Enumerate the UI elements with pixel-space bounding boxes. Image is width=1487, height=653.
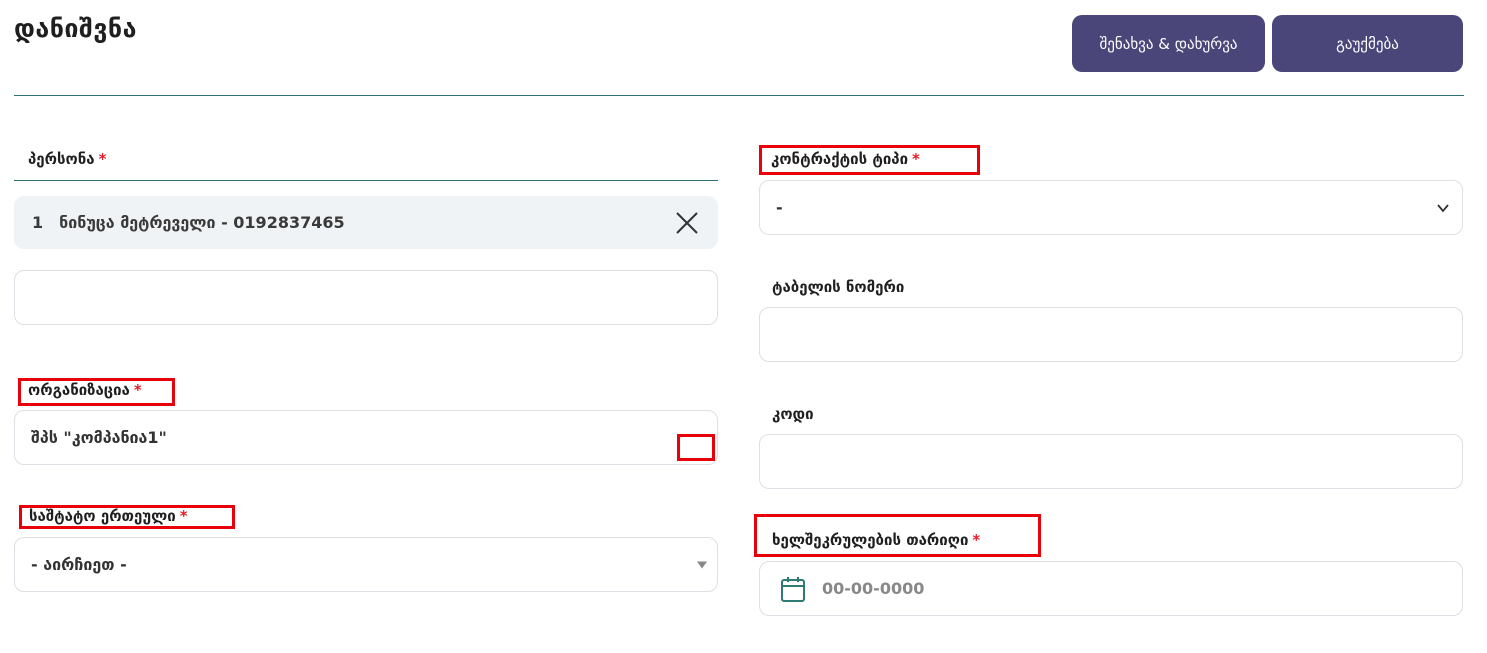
selected-person-chip[interactable]: 1 ნინუცა მეტრეველი - 0192837465 xyxy=(14,196,718,249)
required-mark: * xyxy=(912,150,920,168)
organization-label-text: ორგანიზაცია xyxy=(28,381,130,399)
staff-unit-label-text: საშტატო ერთეული xyxy=(29,507,176,525)
organization-label: ორგანიზაცია * xyxy=(28,381,142,399)
organization-dropdown-highlight xyxy=(677,434,715,461)
dropdown-arrow-icon[interactable] xyxy=(697,561,707,568)
table-number-input[interactable] xyxy=(759,307,1463,362)
contract-type-label-text: კონტრაქტის ტიპი xyxy=(771,150,909,168)
page-title: დანიშვნა xyxy=(14,14,137,43)
person-label: პერსონა * xyxy=(28,150,106,168)
staff-unit-select[interactable]: - აირჩიეთ - xyxy=(14,537,718,592)
code-label: კოდი xyxy=(772,405,814,423)
table-number-label: ტაბელის ნომერი xyxy=(772,278,905,296)
selected-person-name: ნინუცა მეტრეველი - 0192837465 xyxy=(59,213,345,232)
required-mark: * xyxy=(179,507,188,525)
organization-select[interactable]: შპს "კომპანია1" xyxy=(14,410,718,465)
cancel-button[interactable]: გაუქმება xyxy=(1272,15,1463,72)
header-divider xyxy=(14,95,1464,96)
chevron-down-icon[interactable] xyxy=(1436,201,1450,215)
required-mark: * xyxy=(972,531,981,549)
signing-date-placeholder: 00-00-0000 xyxy=(822,579,925,598)
contract-type-select[interactable]: - xyxy=(759,180,1463,235)
selected-person-index: 1 xyxy=(32,213,44,232)
required-mark: * xyxy=(98,150,107,168)
organization-value: შპს "კომპანია1" xyxy=(31,428,167,447)
signing-date-input[interactable]: 00-00-0000 xyxy=(759,561,1463,616)
person-underline xyxy=(14,180,718,181)
person-label-text: პერსონა xyxy=(28,150,95,168)
save-and-close-button[interactable]: შენახვა & დახურვა xyxy=(1072,15,1265,72)
person-search-input[interactable] xyxy=(14,270,718,325)
close-icon[interactable] xyxy=(674,210,700,236)
signing-date-label: ხელშეკრულების თარიღი * xyxy=(772,531,980,549)
staff-unit-value: - აირჩიეთ - xyxy=(31,555,127,574)
signing-date-label-text: ხელშეკრულების თარიღი xyxy=(772,531,969,549)
code-input[interactable] xyxy=(759,434,1463,489)
staff-unit-label: საშტატო ერთეული * xyxy=(29,507,188,525)
calendar-icon[interactable] xyxy=(780,575,806,603)
contract-type-value: - xyxy=(776,198,783,217)
contract-type-label: კონტრაქტის ტიპი * xyxy=(771,150,920,168)
required-mark: * xyxy=(133,381,142,399)
